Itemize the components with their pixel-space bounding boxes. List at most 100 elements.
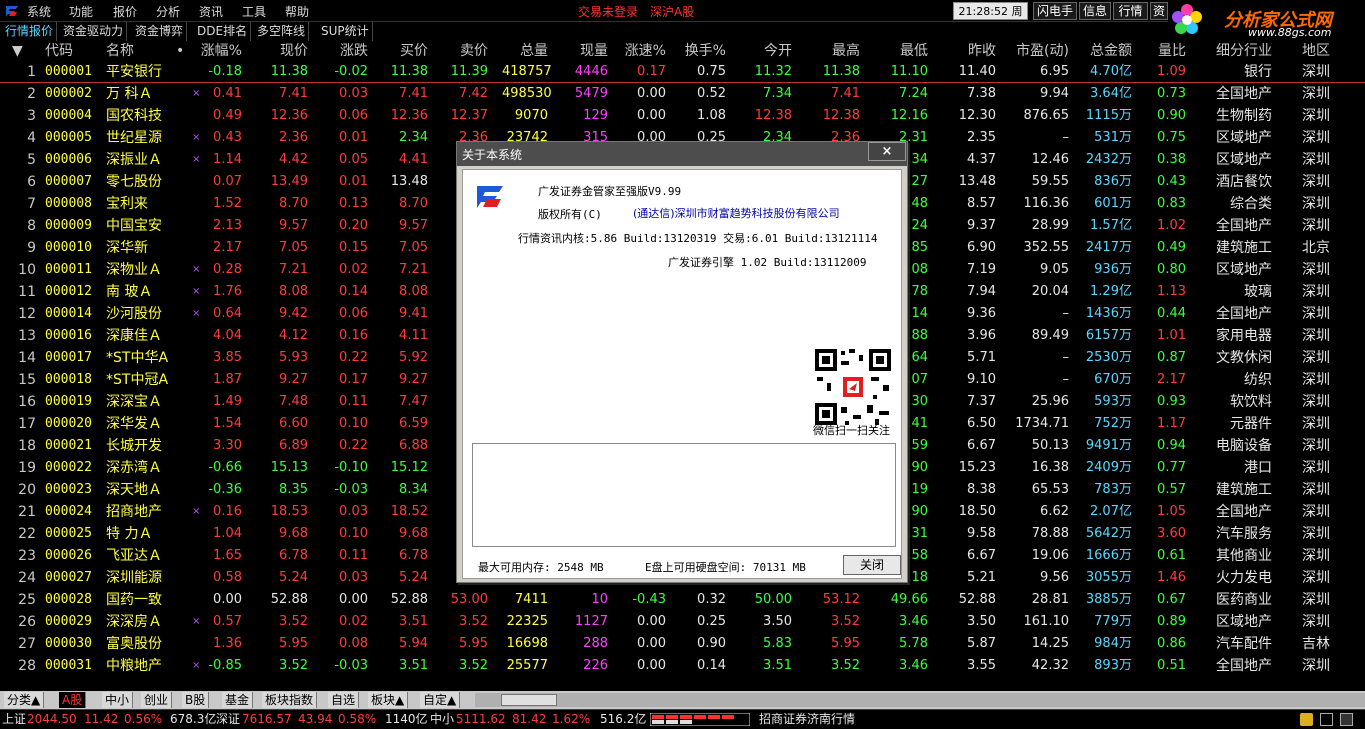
cell-chg-pct: 0.07: [213, 174, 242, 189]
cell-amount: 2432万: [1080, 149, 1132, 171]
dialog-title-bar[interactable]: 关于本系统 ×: [457, 142, 907, 166]
table-row[interactable]: 1 000001 平安银行 -0.18 11.38 -0.02 11.38 11.39 4187…: [0, 61, 1365, 83]
header-code[interactable]: 代码: [45, 41, 73, 61]
cell-region: 深圳: [1302, 504, 1330, 520]
header-chg-pct[interactable]: 涨幅%: [190, 41, 242, 61]
header-prev-close[interactable]: 昨收: [950, 41, 996, 61]
tab-dde-rank[interactable]: DDE排名: [194, 22, 252, 41]
cell-industry: 火力发电: [1216, 570, 1272, 586]
table-row[interactable]: 26 000029 深深房Ａ × 0.57 3.52 0.02 3.51 3.52 22325 11…: [0, 611, 1365, 633]
header-ask[interactable]: 卖价: [442, 41, 488, 61]
tab-fund-game[interactable]: 资金博弈: [132, 22, 188, 41]
tools-icon[interactable]: [1320, 713, 1333, 726]
table-row[interactable]: 28 000031 中粮地产 × -0.85 3.52 -0.03 3.51 3.52 25577…: [0, 655, 1365, 677]
cell-ask: 3.52: [459, 658, 488, 673]
tab-sector-index[interactable]: 板块指数: [262, 692, 318, 708]
menu-quote[interactable]: 报价: [113, 3, 137, 20]
stock-code: 000011: [45, 262, 92, 277]
table-row[interactable]: 25 000028 国药一致 0.00 52.88 0.00 52.88 53.00 7411 1…: [0, 589, 1365, 611]
menu-tools[interactable]: 工具: [242, 3, 266, 20]
row-index: 4: [27, 130, 36, 146]
amount-value: 2417: [1085, 240, 1119, 255]
tab-watchlist[interactable]: 自选: [328, 692, 360, 708]
cell-amount: 4.70亿: [1080, 61, 1132, 83]
menu-system[interactable]: 系统: [27, 3, 51, 20]
stock-code: 000031: [45, 658, 92, 673]
amount-value: 531: [1094, 130, 1119, 145]
menu-info[interactable]: 资讯: [199, 3, 223, 20]
tab-fund[interactable]: 基金: [222, 692, 254, 708]
header-cur-vol[interactable]: 现量: [562, 41, 608, 61]
amount-unit: 万: [1118, 482, 1132, 497]
tab-b-share[interactable]: B股: [182, 692, 210, 708]
menu-function[interactable]: 功能: [69, 3, 93, 20]
table-row[interactable]: 3 000004 国农科技 0.49 12.36 0.06 12.36 12.37 9070 12…: [0, 105, 1365, 127]
header-industry[interactable]: 细分行业: [1200, 41, 1272, 61]
cell-ask: 5.95: [459, 636, 488, 651]
cell-chg-pct: -0.36: [208, 482, 242, 497]
sort-icon[interactable]: ▼: [12, 41, 23, 61]
horizontal-scrollbar[interactable]: [475, 693, 1365, 707]
cell-bid: 7.05: [399, 240, 428, 255]
row-index: 15: [18, 372, 36, 388]
cell-industry: 文教休闲: [1216, 350, 1272, 366]
lock-icon[interactable]: [1300, 713, 1313, 726]
market-button[interactable]: 行情: [1113, 2, 1148, 20]
header-region[interactable]: 地区: [1290, 41, 1330, 61]
info-textbox[interactable]: [472, 443, 896, 547]
scrollbar-thumb[interactable]: [501, 694, 557, 706]
table-row[interactable]: 2 000002 万 科Ａ × 0.41 7.41 0.03 7.41 7.42 498530 54…: [0, 83, 1365, 105]
menu-help[interactable]: 帮助: [285, 3, 309, 20]
header-pe[interactable]: 市盈(动): [1005, 41, 1069, 61]
cell-region: 深圳: [1302, 306, 1330, 322]
flash-trade-button[interactable]: 闪电手: [1033, 2, 1077, 20]
tab-category[interactable]: 分类▲: [4, 692, 45, 708]
header-price[interactable]: 现价: [262, 41, 308, 61]
cell-cur: 129: [583, 108, 608, 123]
cell-pe: 14.25: [1031, 636, 1069, 651]
cell-amount: 1.57亿: [1080, 215, 1132, 237]
tab-fund-drive[interactable]: 资金驱动力: [60, 22, 128, 41]
header-name[interactable]: 名称: [106, 41, 134, 61]
header-speed[interactable]: 涨速%: [616, 41, 666, 61]
cell-vr: 0.94: [1157, 438, 1186, 453]
header-open[interactable]: 今开: [746, 41, 792, 61]
tab-quote[interactable]: 行情报价: [2, 22, 58, 41]
row-index: 18: [18, 438, 36, 454]
tab-custom[interactable]: 自定▲: [420, 692, 461, 708]
cell-bid: 4.41: [399, 152, 428, 167]
tab-sup-stats[interactable]: SUP统计: [318, 22, 373, 41]
header-vol-ratio[interactable]: 量比: [1146, 41, 1186, 61]
grid-icon[interactable]: [1340, 713, 1353, 726]
header-bid[interactable]: 买价: [382, 41, 428, 61]
tab-sector[interactable]: 板块▲: [368, 692, 409, 708]
stock-name: 深赤湾Ａ: [106, 460, 162, 476]
info-button[interactable]: 信息: [1079, 2, 1111, 20]
header-turnover[interactable]: 换手%: [676, 41, 726, 61]
header-low[interactable]: 最低: [882, 41, 928, 61]
amount-unit: 万: [1118, 350, 1132, 365]
cell-bid: 9.27: [399, 372, 428, 387]
cell-industry: 港口: [1244, 460, 1272, 476]
header-high[interactable]: 最高: [814, 41, 860, 61]
close-icon[interactable]: ×: [868, 142, 906, 161]
cell-vr: 0.38: [1157, 152, 1186, 167]
table-row[interactable]: 27 000030 富奥股份 1.36 5.95 0.08 5.94 5.95 16698 288…: [0, 633, 1365, 655]
memory-info: 最大可用内存: 2548 MB: [478, 561, 604, 574]
tab-chinext[interactable]: 创业: [141, 692, 173, 708]
menu-analysis[interactable]: 分析: [156, 3, 180, 20]
header-volume[interactable]: 总量: [502, 41, 548, 61]
cell-prev: 3.55: [967, 658, 996, 673]
resource-button[interactable]: 资: [1150, 2, 1168, 20]
copyright-owner-link[interactable]: (通达信)深圳市财富趋势科技股份有限公司: [633, 205, 840, 221]
amount-value: 3.64: [1090, 86, 1119, 101]
close-button[interactable]: 关闭: [843, 555, 901, 575]
tab-a-share[interactable]: A股: [59, 692, 87, 708]
header-chg[interactable]: 涨跌: [322, 41, 368, 61]
tab-sme[interactable]: 中小: [102, 692, 134, 708]
cell-prev: 9.10: [967, 372, 996, 387]
tab-long-short[interactable]: 多空阵线: [254, 22, 310, 41]
header-amount[interactable]: 总金额: [1080, 41, 1132, 61]
trade-status: 交易未登录: [578, 5, 639, 19]
stock-code: 000006: [45, 152, 92, 167]
